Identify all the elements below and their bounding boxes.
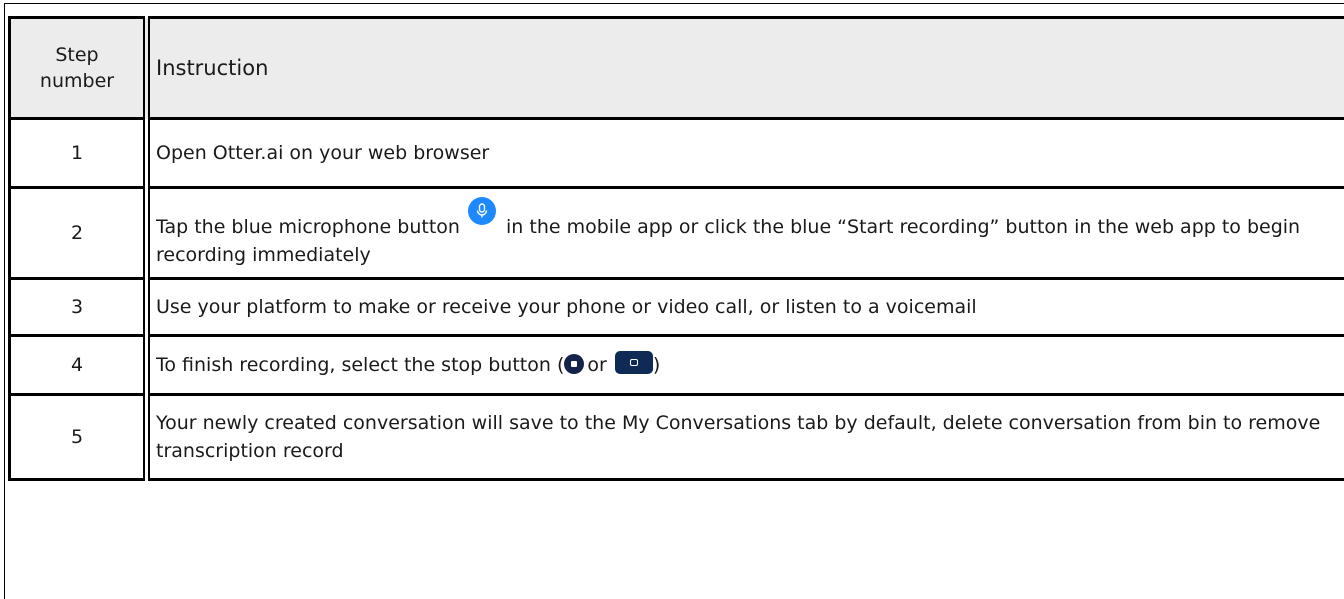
instruction-text-before-icons: To finish recording, select the stop but… [156,354,565,376]
stop-circle-icon [564,354,585,374]
table-row: 4 To finish recording, select the stop b… [8,334,1344,396]
step-instruction: Use your platform to make or receive you… [145,277,1344,337]
instruction-text-after-icons: ) [652,354,661,376]
header-step-line1: Step [55,44,99,66]
instruction-text-before-icon: Tap the blue microphone button [156,216,460,238]
step-number: 5 [8,393,150,481]
step-number: 2 [8,186,150,280]
table-row: 5 Your newly created conversation will s… [8,393,1344,481]
step-instruction: Your newly created conversation will sav… [145,393,1344,481]
header-instruction: Instruction [145,16,1344,120]
instruction-text-between-icons: or [587,354,607,376]
table-row: 2 Tap the blue microphone button in the … [8,186,1344,280]
step-number: 4 [8,334,150,396]
table-header-row: Step number Instruction [8,16,1344,120]
step-number: 3 [8,277,150,337]
step-instruction: Tap the blue microphone button in the mo… [145,186,1344,280]
step-instruction: To finish recording, select the stop but… [145,334,1344,396]
table-row: 1 Open Otter.ai on your web browser [8,117,1344,189]
header-step-line2: number [39,70,115,92]
step-number: 1 [8,117,150,189]
header-step-number: Step number [8,16,150,120]
table-row: 3 Use your platform to make or receive y… [8,277,1344,337]
steps-table: Step number Instruction 1 Open Otter.ai … [8,16,1344,481]
microphone-icon [467,197,496,225]
step-instruction: Open Otter.ai on your web browser [145,117,1344,189]
stop-button-icon [614,351,653,374]
